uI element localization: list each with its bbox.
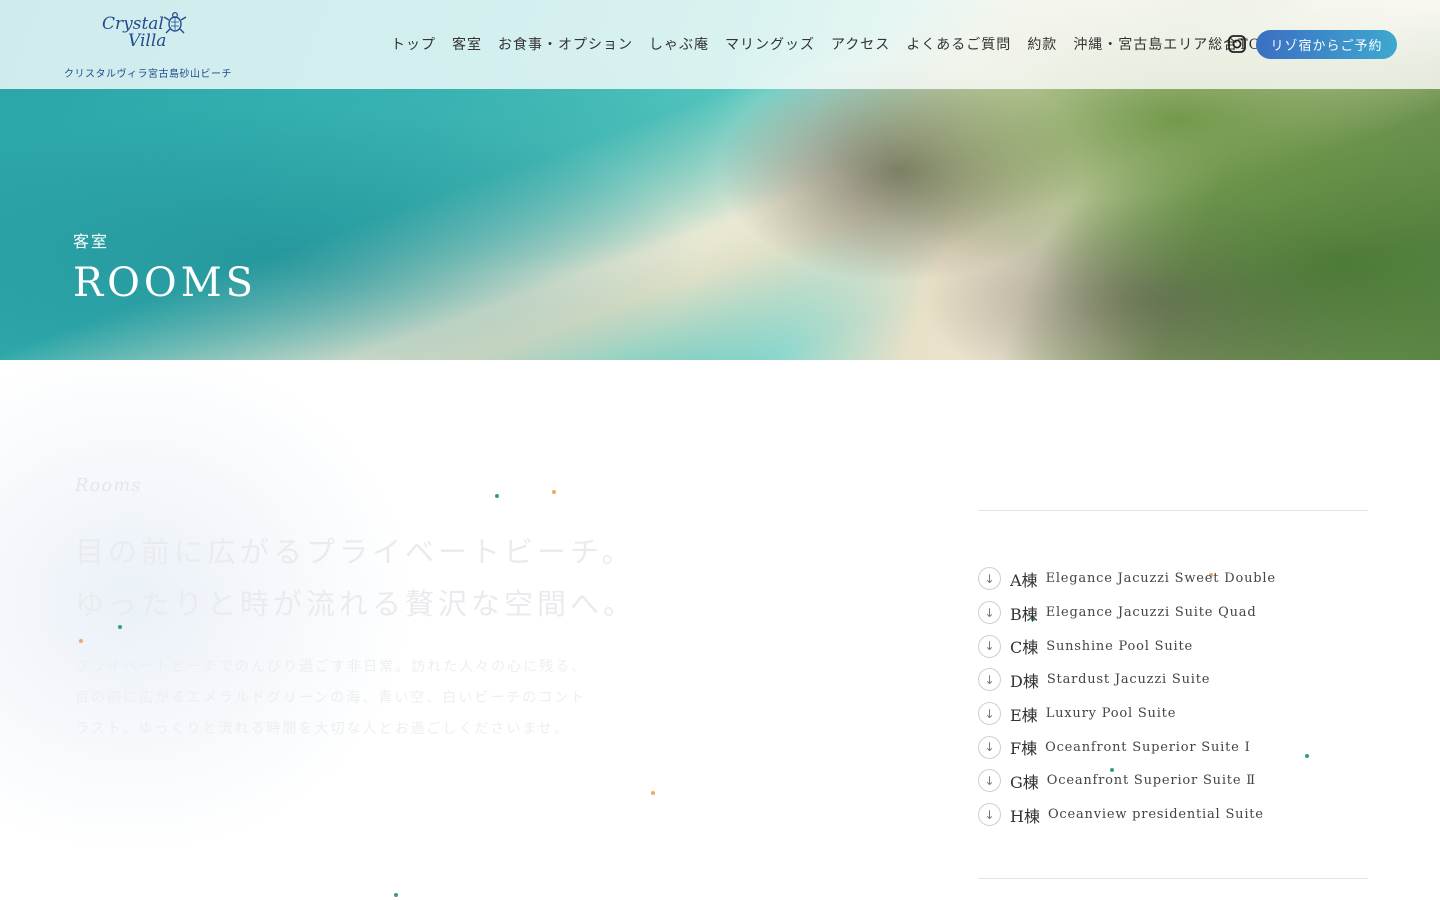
nav-item-terms[interactable]: 約款: [1027, 34, 1057, 54]
nav-item-top[interactable]: トップ: [391, 34, 436, 54]
nav-item-access[interactable]: アクセス: [831, 34, 890, 54]
divider: [978, 510, 1368, 511]
room-name: Oceanfront Superior Suite Ⅰ: [1045, 739, 1251, 755]
nav-item-marine-goods[interactable]: マリングッズ: [725, 34, 815, 54]
room-link-f[interactable]: ↓ F棟 Oceanfront Superior Suite Ⅰ: [978, 730, 1368, 764]
decor-dot: [79, 639, 83, 643]
room-code: A棟: [1010, 570, 1038, 590]
arrow-down-icon: ↓: [978, 803, 1001, 827]
nav-item-faq[interactable]: よくあるご質問: [906, 34, 1011, 54]
hero-title: ROOMS: [73, 260, 258, 306]
room-name: Elegance Jacuzzi Suite Quad: [1045, 605, 1257, 621]
room-code: G棟: [1010, 772, 1039, 792]
logo-villa-text: Villa: [128, 31, 167, 51]
intro-block: Rooms 目の前に広がるプライベートビーチ。 ゆったりと時が流れる贅沢な空間へ…: [75, 475, 636, 745]
intro-heading-line1: 目の前に広がるプライベートビーチ。: [75, 535, 635, 569]
intro-body: プライベートビーチでのんびり過ごす非日常。訪れた人々の心に残る、 目の前に広がる…: [75, 652, 635, 745]
room-code: D棟: [1010, 671, 1039, 691]
intro-body-line3: ラスト。ゆっくりと流れる時間を大切な人とお過ごしくださいませ。: [75, 721, 571, 737]
room-name: Elegance Jacuzzi Sweet Double: [1045, 571, 1276, 587]
room-name: Oceanview presidential Suite: [1047, 807, 1264, 823]
arrow-down-icon: ↓: [978, 601, 1001, 625]
divider: [978, 877, 1368, 879]
room-link-g[interactable]: ↓ G棟 Oceanfront Superior Suite Ⅱ: [978, 764, 1368, 798]
arrow-down-icon: ↓: [978, 769, 1001, 793]
room-link-e[interactable]: ↓ E棟 Luxury Pool Suite: [978, 697, 1368, 731]
rooms-intro-section: Rooms 目の前に広がるプライベートビーチ。 ゆったりと時が流れる贅沢な空間へ…: [0, 360, 1440, 900]
logo-caption: クリスタルヴィラ宮古島砂山ビーチ: [64, 69, 232, 80]
hero-subtitle: 客室: [73, 232, 110, 251]
decor-dot: [552, 490, 556, 494]
nav-item-dining-options[interactable]: お食事・オプション: [498, 34, 633, 54]
nav-item-rooms[interactable]: 客室: [452, 34, 482, 54]
decor-dot: [651, 791, 655, 795]
intro-body-line2: 目の前に広がるエメラルドグリーンの海、青い空、白いビーチのコント: [75, 690, 587, 706]
decor-dot: [118, 625, 122, 629]
arrow-down-icon: ↓: [978, 634, 1001, 658]
decor-dot: [394, 893, 398, 897]
intro-heading: 目の前に広がるプライベートビーチ。 ゆったりと時が流れる贅沢な空間へ。: [75, 526, 636, 630]
room-code: E棟: [1010, 705, 1038, 725]
reserve-button[interactable]: リゾ宿からご予約: [1256, 30, 1397, 59]
arrow-down-icon: ↓: [978, 567, 1001, 591]
room-code: B棟: [1010, 604, 1038, 624]
decor-dot: [495, 494, 499, 498]
room-links: ↓ A棟 Elegance Jacuzzi Sweet Double ↓ B棟 …: [978, 562, 1368, 832]
room-anchor-list: ↓ A棟 Elegance Jacuzzi Sweet Double ↓ B棟 …: [978, 510, 1368, 879]
site-logo[interactable]: Crystal Villa クリスタルヴィラ宮古島砂山ビーチ: [62, 10, 232, 82]
room-link-c[interactable]: ↓ C棟 Sunshine Pool Suite: [978, 629, 1368, 663]
site-header: Crystal Villa クリスタルヴィラ宮古島砂山ビーチ トップ 客室 お食…: [0, 0, 1440, 89]
room-code: F棟: [1010, 739, 1038, 759]
main-nav: トップ 客室 お食事・オプション しゃぶ庵 マリングッズ アクセス よくあるご質…: [391, 34, 1288, 54]
room-code: H棟: [1010, 806, 1040, 826]
arrow-down-icon: ↓: [978, 735, 1001, 759]
logo-wordmark: Crystal Villa: [102, 16, 166, 50]
room-name: Sunshine Pool Suite: [1046, 638, 1194, 654]
room-name: Oceanfront Superior Suite Ⅱ: [1046, 773, 1256, 789]
intro-body-line1: プライベートビーチでのんびり過ごす非日常。訪れた人々の心に残る、: [75, 659, 588, 675]
room-code: C棟: [1010, 638, 1039, 658]
room-link-b[interactable]: ↓ B棟 Elegance Jacuzzi Suite Quad: [978, 596, 1368, 630]
room-name: Stardust Jacuzzi Suite: [1046, 672, 1211, 688]
intro-heading-line2: ゆったりと時が流れる贅沢な空間へ。: [75, 587, 637, 621]
nav-item-shabuan[interactable]: しゃぶ庵: [649, 34, 709, 54]
arrow-down-icon: ↓: [978, 702, 1001, 726]
arrow-down-icon: ↓: [978, 668, 1001, 692]
instagram-icon[interactable]: [1228, 35, 1246, 53]
hero-heading-block: 客室 ROOMS: [73, 228, 257, 306]
room-link-h[interactable]: ↓ H棟 Oceanview presidential Suite: [978, 798, 1368, 832]
room-link-a[interactable]: ↓ A棟 Elegance Jacuzzi Sweet Double: [978, 562, 1368, 596]
room-link-d[interactable]: ↓ D棟 Stardust Jacuzzi Suite: [978, 663, 1368, 697]
room-name: Luxury Pool Suite: [1045, 706, 1177, 722]
